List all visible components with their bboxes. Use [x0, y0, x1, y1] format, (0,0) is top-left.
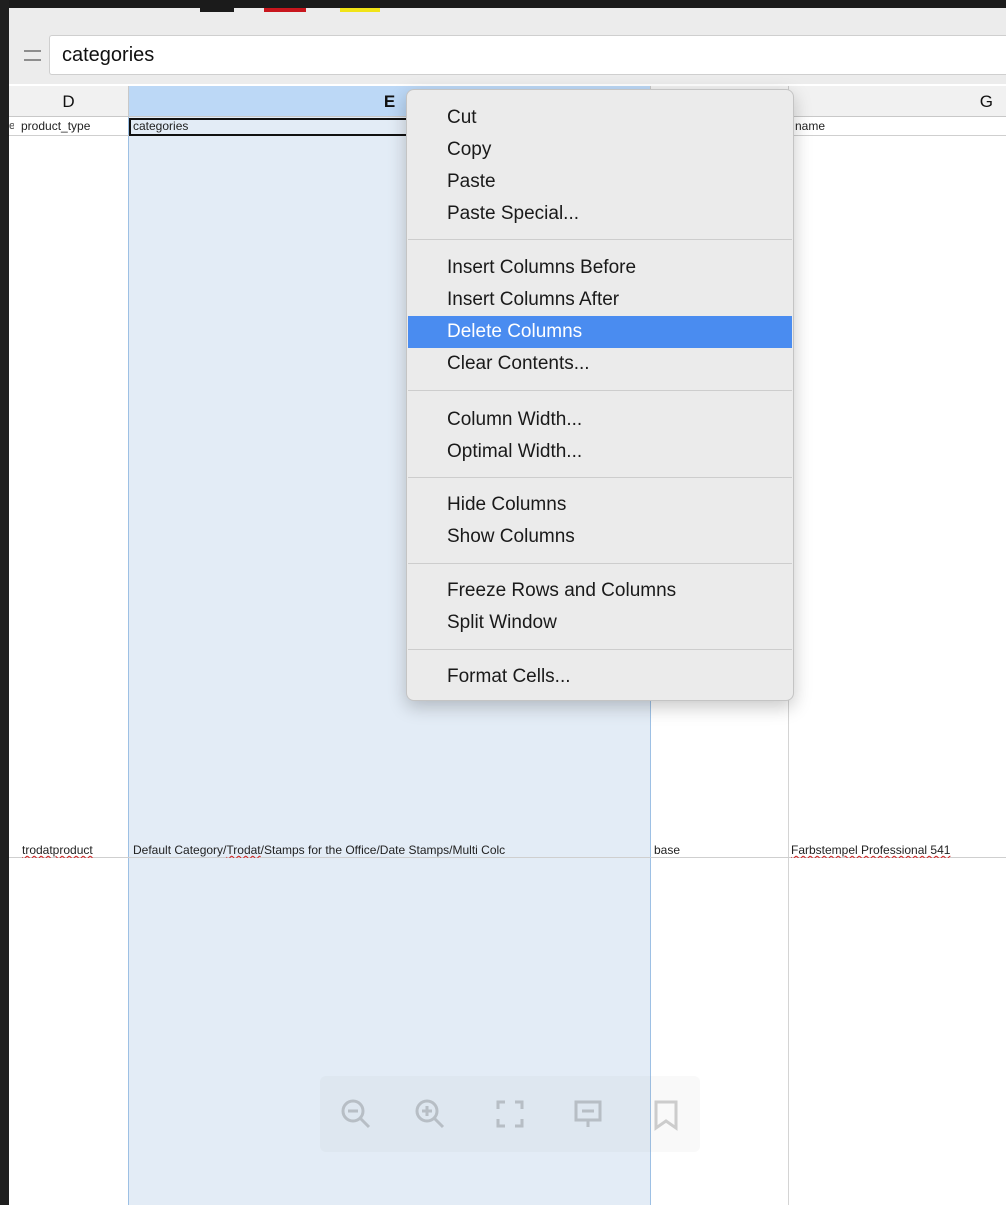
spelling-flagged-word: Trodat: [226, 843, 261, 857]
swatch-yellow: [340, 8, 380, 12]
menu-item-cut[interactable]: Cut: [408, 102, 792, 134]
zoom-toolbar: [320, 1076, 700, 1152]
fit-page-icon[interactable]: [490, 1094, 530, 1134]
comment-icon[interactable]: [646, 1094, 686, 1134]
menu-separator: [408, 563, 792, 564]
menu-item-delete-columns[interactable]: Delete Columns: [408, 316, 792, 348]
zoom-in-icon[interactable]: [410, 1094, 450, 1134]
cell-d2[interactable]: trodatproduct: [22, 843, 127, 858]
menu-item-show-columns[interactable]: Show Columns: [408, 521, 792, 553]
menu-separator: [408, 477, 792, 478]
menu-item-column-width[interactable]: Column Width...: [408, 404, 792, 436]
menu-item-optimal-width[interactable]: Optimal Width...: [408, 436, 792, 468]
column-g: [789, 117, 1006, 1205]
formula-input[interactable]: categories: [49, 35, 1006, 75]
menu-item-paste[interactable]: Paste: [408, 166, 792, 198]
menu-separator: [408, 239, 792, 240]
swatch-black: [200, 8, 234, 12]
menu-item-split-window[interactable]: Split Window: [408, 607, 792, 639]
cell-c1-overflow[interactable]: e: [9, 119, 14, 134]
cell-f2[interactable]: base: [654, 843, 788, 858]
menu-separator: [408, 649, 792, 650]
swatch-red: [264, 8, 306, 12]
window-left-edge: [0, 0, 9, 1205]
menu-item-format-cells[interactable]: Format Cells...: [408, 661, 792, 693]
menu-item-clear-contents[interactable]: Clear Contents...: [408, 348, 792, 380]
menu-item-freeze-rows-and-columns[interactable]: Freeze Rows and Columns: [408, 575, 792, 607]
menu-item-paste-special[interactable]: Paste Special...: [408, 198, 792, 230]
menu-item-copy[interactable]: Copy: [408, 134, 792, 166]
formula-bar: categories: [9, 30, 1006, 84]
cell-g2[interactable]: Farbstempel Professional 541: [791, 843, 1006, 858]
menu-separator: [408, 390, 792, 391]
window-border: [0, 0, 1006, 8]
cell-g2-text: Farbstempel Professional 541: [791, 843, 951, 857]
menu-item-hide-columns[interactable]: Hide Columns: [408, 489, 792, 521]
active-cell-cursor: [129, 118, 409, 136]
menu-item-insert-columns-before[interactable]: Insert Columns Before: [408, 252, 792, 284]
column-header-g[interactable]: G: [789, 86, 1006, 117]
hamburger-icon[interactable]: [24, 50, 41, 62]
menu-item-insert-columns-after[interactable]: Insert Columns After: [408, 284, 792, 316]
context-menu: Cut Copy Paste Paste Special... Insert C…: [406, 89, 794, 701]
window-top-strip: [0, 0, 1006, 30]
cell-e2-text: Default Category/Trodat/Stamps for the O…: [133, 843, 506, 857]
cell-d1[interactable]: product_type: [21, 119, 127, 134]
presentation-icon[interactable]: [568, 1094, 608, 1134]
cell-e2[interactable]: Default Category/Trodat/Stamps for the O…: [133, 843, 648, 858]
zoom-out-icon[interactable]: [336, 1094, 376, 1134]
column-d: [9, 117, 129, 1205]
column-header-d[interactable]: D: [9, 86, 129, 117]
cell-g1[interactable]: name: [795, 119, 875, 134]
